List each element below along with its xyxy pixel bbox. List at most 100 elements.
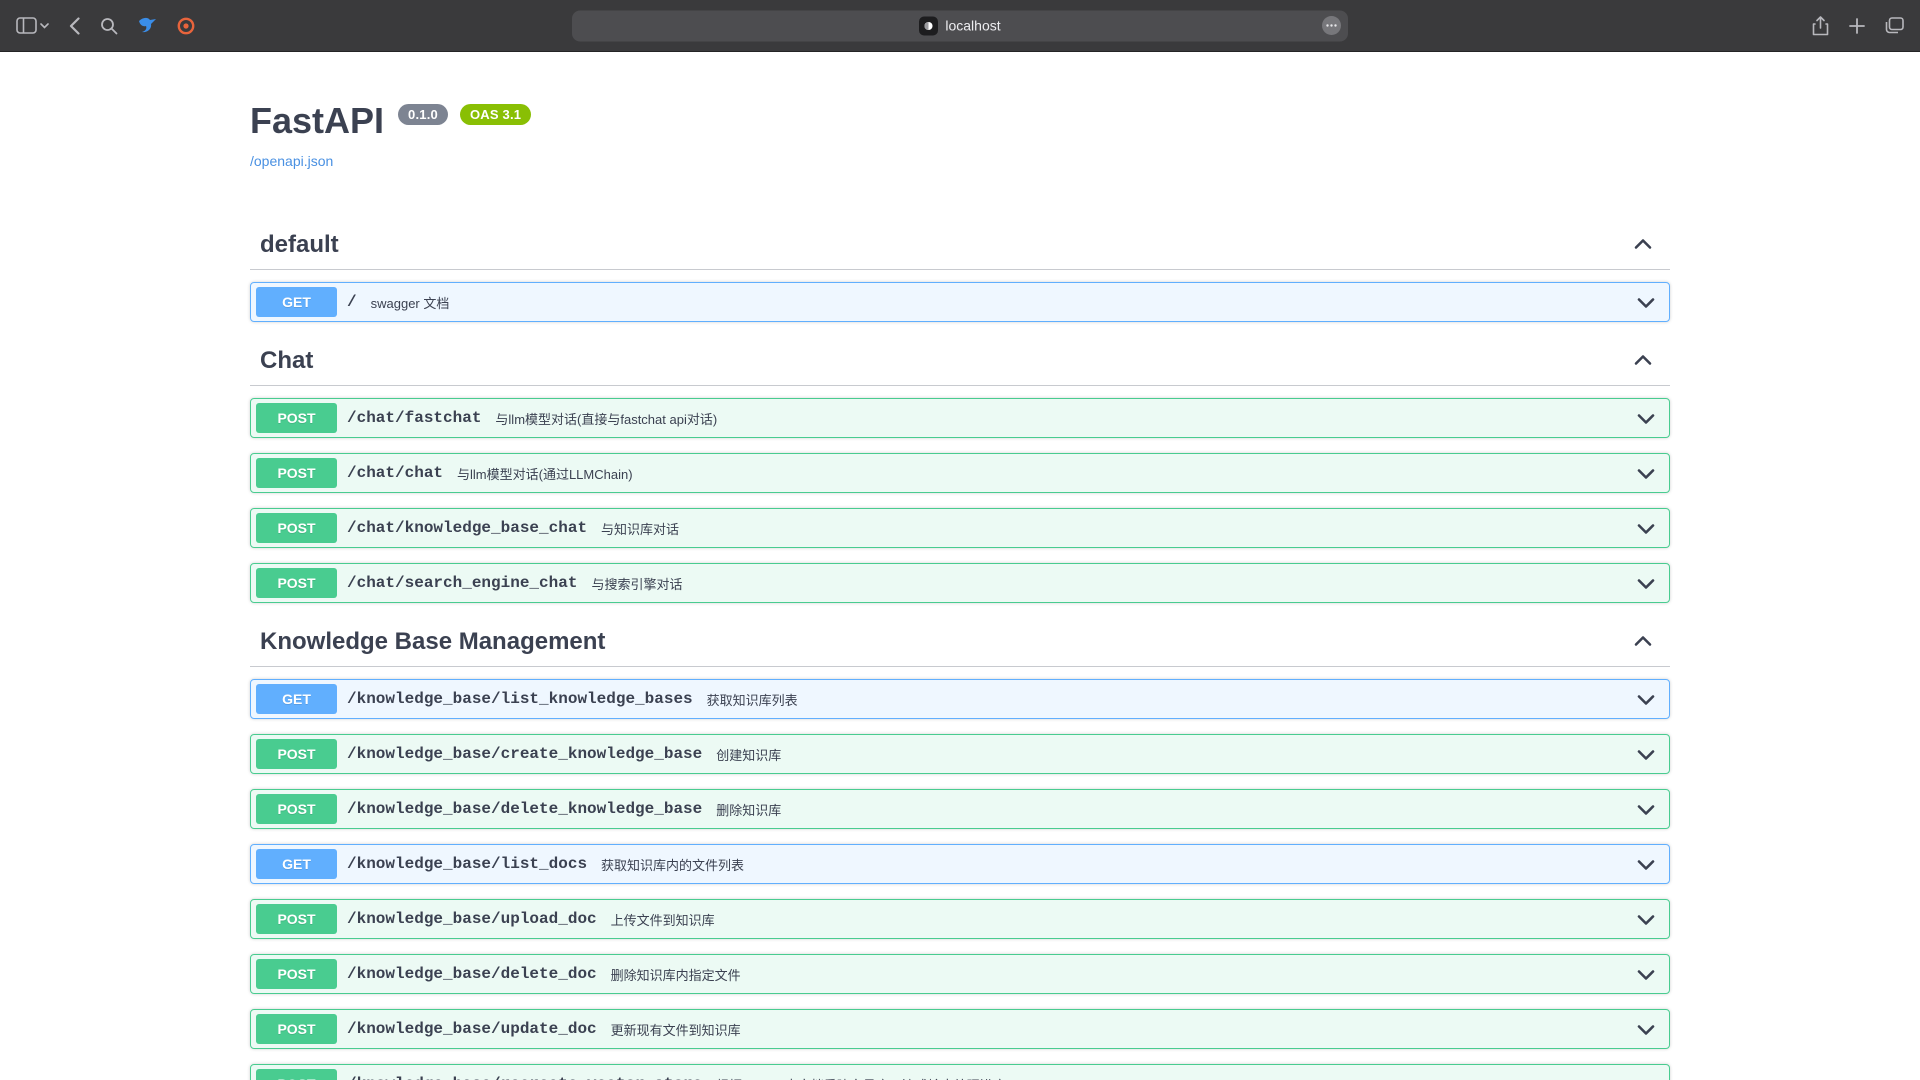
sidebar-icon <box>16 17 37 34</box>
tab-overview-icon <box>1885 17 1904 34</box>
chevron-down-icon <box>1635 462 1657 484</box>
chevron-down-icon <box>1635 1018 1657 1040</box>
section-header[interactable]: default <box>250 221 1670 270</box>
share-icon <box>1812 16 1829 36</box>
expand-operation-button[interactable] <box>1635 462 1657 484</box>
chevron-up-icon <box>1632 350 1654 372</box>
method-badge: POST <box>256 458 337 488</box>
operation-description: 根据content中文档重建向量库，流式输出处理进度。 <box>716 1075 1019 1080</box>
expand-operation-button[interactable] <box>1635 743 1657 765</box>
page-menu-button[interactable] <box>1322 16 1341 35</box>
operation-row[interactable]: POST/chat/chat 与llm模型对话(通过LLMChain) <box>250 453 1670 493</box>
expand-operation-button[interactable] <box>1635 291 1657 313</box>
expand-operation-button[interactable] <box>1635 798 1657 820</box>
version-badge: 0.1.0 <box>398 104 448 125</box>
operation-row[interactable]: GET/knowledge_base/list_knowledge_bases 获… <box>250 679 1670 719</box>
operation-row[interactable]: POST/chat/search_engine_chat与搜索引擎对话 <box>250 563 1670 603</box>
api-info: FastAPI 0.1.0 OAS 3.1 /openapi.json <box>250 100 1670 171</box>
operation-row[interactable]: POST/knowledge_base/recreate_vector_stor… <box>250 1064 1670 1080</box>
operation-path: /chat/chat <box>347 464 443 482</box>
section-header[interactable]: Chat <box>250 337 1670 386</box>
expand-operation-button[interactable] <box>1635 1018 1657 1040</box>
chevron-down-icon <box>1635 743 1657 765</box>
operation-path: /chat/search_engine_chat <box>347 574 577 592</box>
operation-description: 获取知识库内的文件列表 <box>601 855 744 874</box>
chevron-down-icon <box>1635 517 1657 539</box>
method-badge: GET <box>256 684 337 714</box>
operation-row[interactable]: POST/knowledge_base/delete_knowledge_bas… <box>250 789 1670 829</box>
operation-row[interactable]: POST/knowledge_base/create_knowledge_bas… <box>250 734 1670 774</box>
section-title: Chat <box>260 347 313 375</box>
operation-path: / <box>347 293 357 311</box>
operation-path: /knowledge_base/delete_doc <box>347 965 597 983</box>
operation-description: 与知识库对话 <box>601 519 679 538</box>
chevron-down-icon <box>40 23 49 29</box>
expand-operation-button[interactable] <box>1635 853 1657 875</box>
back-button[interactable] <box>69 17 80 35</box>
operation-description: 与搜索引擎对话 <box>591 574 682 593</box>
expand-operation-button[interactable] <box>1635 908 1657 930</box>
expand-operation-button[interactable] <box>1635 517 1657 539</box>
operation-path: /knowledge_base/upload_doc <box>347 910 597 928</box>
method-badge: GET <box>256 849 337 879</box>
method-badge: POST <box>256 403 337 433</box>
address-bar[interactable]: localhost <box>572 10 1348 41</box>
expand-operation-button[interactable] <box>1635 407 1657 429</box>
expand-operation-button[interactable] <box>1635 688 1657 710</box>
share-button[interactable] <box>1812 16 1829 36</box>
operation-row[interactable]: POST/knowledge_base/upload_doc上传文件到知识库 <box>250 899 1670 939</box>
operation-row[interactable]: POST/chat/fastchat与llm模型对话(直接与fastchat a… <box>250 398 1670 438</box>
browser-toolbar: localhost <box>0 0 1920 52</box>
operation-path: /knowledge_base/delete_knowledge_base <box>347 800 702 818</box>
chevron-down-icon <box>1635 407 1657 429</box>
toolbar-right-group <box>1812 16 1904 36</box>
operation-row[interactable]: POST/knowledge_base/delete_doc删除知识库内指定文件 <box>250 954 1670 994</box>
method-badge: POST <box>256 1014 337 1044</box>
operation-path: /chat/knowledge_base_chat <box>347 519 587 537</box>
expand-operation-button[interactable] <box>1635 572 1657 594</box>
operation-description: 删除知识库内指定文件 <box>611 965 741 984</box>
record-extension-button[interactable] <box>177 17 195 35</box>
section-title: Knowledge Base Management <box>260 628 605 656</box>
api-section: default GET / swagger 文档 <box>250 221 1670 322</box>
collapse-section-button[interactable] <box>1632 350 1654 372</box>
operation-description: 与llm模型对话(通过LLMChain) <box>457 464 633 483</box>
method-badge: POST <box>256 1069 337 1080</box>
sidebar-toggle-button[interactable] <box>16 17 37 34</box>
new-tab-button[interactable] <box>1849 18 1865 34</box>
chevron-down-icon <box>1635 908 1657 930</box>
expand-operation-button[interactable] <box>1635 1073 1657 1080</box>
search-button[interactable] <box>100 17 118 35</box>
bird-extension-icon <box>138 17 157 34</box>
swagger-page: FastAPI 0.1.0 OAS 3.1 /openapi.json defa… <box>0 52 1920 1080</box>
tab-overview-button[interactable] <box>1885 17 1904 34</box>
operation-row[interactable]: POST/chat/knowledge_base_chat 与知识库对话 <box>250 508 1670 548</box>
method-badge: POST <box>256 513 337 543</box>
operation-path: /knowledge_base/recreate_vector_store <box>347 1075 702 1080</box>
api-title-text: FastAPI <box>250 100 384 142</box>
operation-description: swagger 文档 <box>371 293 450 312</box>
site-badge-icon <box>919 16 938 35</box>
chevron-left-icon <box>69 17 80 35</box>
operation-description: 获取知识库列表 <box>707 690 798 709</box>
method-badge: POST <box>256 739 337 769</box>
openapi-json-link[interactable]: /openapi.json <box>250 153 333 169</box>
method-badge: GET <box>256 287 337 317</box>
section-header[interactable]: Knowledge Base Management <box>250 618 1670 667</box>
bird-extension-button[interactable] <box>138 17 157 34</box>
url-text: localhost <box>945 18 1000 34</box>
expand-operation-button[interactable] <box>1635 963 1657 985</box>
collapse-section-button[interactable] <box>1632 631 1654 653</box>
operation-path: /knowledge_base/create_knowledge_base <box>347 745 702 763</box>
chevron-down-icon <box>1635 291 1657 313</box>
operation-row[interactable]: GET/knowledge_base/list_docs获取知识库内的文件列表 <box>250 844 1670 884</box>
operation-path: /knowledge_base/update_doc <box>347 1020 597 1038</box>
sidebar-menu-button[interactable] <box>40 23 49 29</box>
plus-icon <box>1849 18 1865 34</box>
operation-row[interactable]: POST/knowledge_base/update_doc更新现有文件到知识库 <box>250 1009 1670 1049</box>
search-icon <box>100 17 118 35</box>
operation-row[interactable]: GET / swagger 文档 <box>250 282 1670 322</box>
collapse-section-button[interactable] <box>1632 234 1654 256</box>
chevron-down-icon <box>1635 688 1657 710</box>
operation-path: /knowledge_base/list_knowledge_bases <box>347 690 693 708</box>
